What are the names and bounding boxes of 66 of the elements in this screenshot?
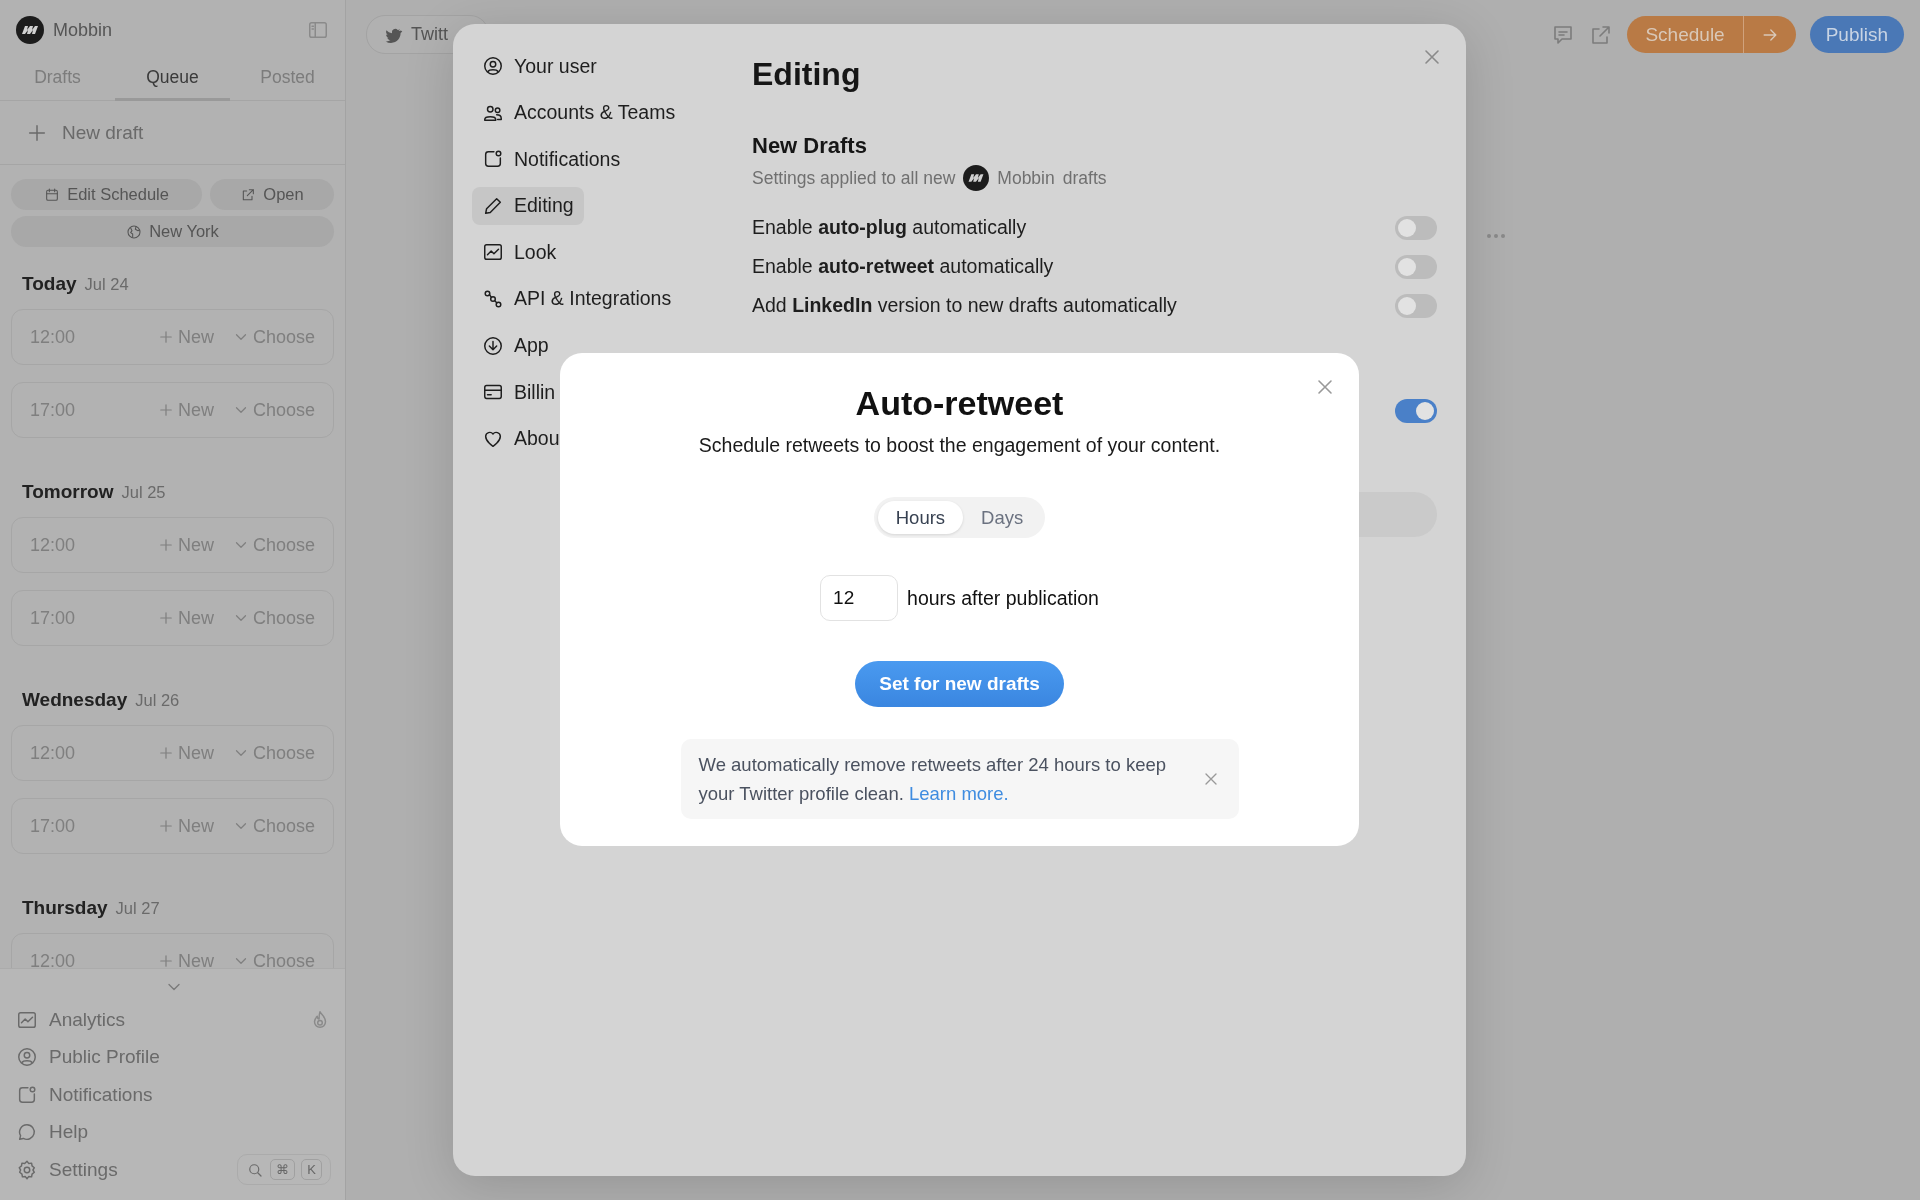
day-date: Jul 26 [135, 691, 180, 710]
day-date: Jul 27 [115, 899, 160, 918]
section-heading: New Drafts [752, 132, 868, 160]
download-icon [482, 334, 504, 357]
toggle-switch[interactable] [1395, 254, 1437, 279]
timezone-button[interactable]: New York [11, 216, 334, 247]
unit-option[interactable]: Days [963, 501, 1042, 534]
settings-nav-item[interactable]: Look [472, 233, 567, 272]
publish-button[interactable]: Publish [1809, 16, 1904, 53]
search-shortcut[interactable]: ⌘ K [237, 1154, 331, 1186]
sidebar-toggle-icon [307, 19, 329, 41]
toggle-switch[interactable] [1395, 293, 1437, 318]
hours-input[interactable]: 12 [820, 575, 899, 621]
input-suffix: hours after publication [907, 586, 1099, 610]
set-for-new-drafts-button[interactable]: Set for new drafts [855, 661, 1064, 707]
external-link-icon [240, 186, 257, 203]
settings-title: Editing [752, 55, 862, 94]
settings-nav-item[interactable]: Editing [472, 186, 584, 225]
open-button[interactable]: Open [210, 179, 334, 210]
logo-icon [16, 16, 44, 44]
dialog-title: Auto-retweet [855, 383, 1064, 424]
sidebar-nav-item[interactable]: Analytics [16, 1001, 331, 1039]
settings-icon [16, 1158, 38, 1181]
day-date: Jul 25 [121, 483, 166, 502]
toggle-switch[interactable] [1395, 399, 1437, 423]
sidebar-nav-item[interactable]: Settings ⌘ K [16, 1151, 331, 1189]
option-label: Enable auto-retweet automatically [752, 255, 1055, 278]
option-label: Enable auto-plug automatically [752, 216, 1028, 239]
edit-schedule-button[interactable]: Edit Schedule [11, 179, 203, 210]
user-icon [16, 1046, 38, 1069]
sidebar-nav-item[interactable]: Notifications [16, 1076, 331, 1114]
globe-icon [126, 223, 143, 240]
account-name: Twitt [411, 24, 448, 45]
settings-nav-item[interactable]: Notifications [472, 140, 631, 179]
settings-nav-item[interactable]: Billin [472, 373, 566, 412]
day-heading: Thursday [22, 897, 108, 919]
settings-nav-item[interactable]: Abou [472, 419, 570, 458]
calendar-icon [44, 186, 61, 203]
settings-nav-item[interactable]: App [472, 326, 559, 365]
dialog-description: Schedule retweets to boost the engagement of your content. [698, 433, 1221, 458]
account-name: Mobbin [997, 167, 1055, 190]
sidebar-tab[interactable]: Queue [115, 56, 230, 101]
new-draft-button[interactable]: New draft [0, 101, 345, 165]
day-date: Jul 24 [84, 275, 129, 294]
settings-nav-item[interactable]: API & Integrations [472, 279, 682, 318]
notification-icon [16, 1083, 38, 1106]
option-label: Add LinkedIn version to new drafts automatically [752, 294, 1178, 317]
nodes-icon [482, 287, 504, 310]
learn-more-link[interactable]: Learn more. [908, 783, 1009, 804]
sidebar-nav-item[interactable]: Public Profile [16, 1038, 331, 1076]
user-icon [482, 55, 504, 77]
keyboard-key: ⌘ [270, 1159, 296, 1181]
day-heading: Tomorrow [22, 481, 114, 503]
day-heading: Today [22, 273, 77, 295]
sidebar-nav-item[interactable]: Help [16, 1113, 331, 1151]
section-description-end: drafts [1062, 167, 1107, 190]
brand-name: Mobbin [53, 19, 114, 41]
day-heading: Wednesday [22, 689, 128, 711]
keyboard-key: K [301, 1159, 322, 1181]
section-description: Settings applied to all new [752, 167, 956, 190]
settings-nav-item[interactable]: Accounts & Teams [472, 93, 686, 132]
note-text: We automatically remove retweets after 24 hours to keep your Twitter profile clean. Learn more. [698, 753, 1168, 806]
logo-icon [963, 165, 990, 191]
unit-option[interactable]: Hours [877, 501, 964, 534]
more-icon[interactable] [1486, 233, 1506, 239]
toggle-switch[interactable] [1395, 215, 1437, 240]
